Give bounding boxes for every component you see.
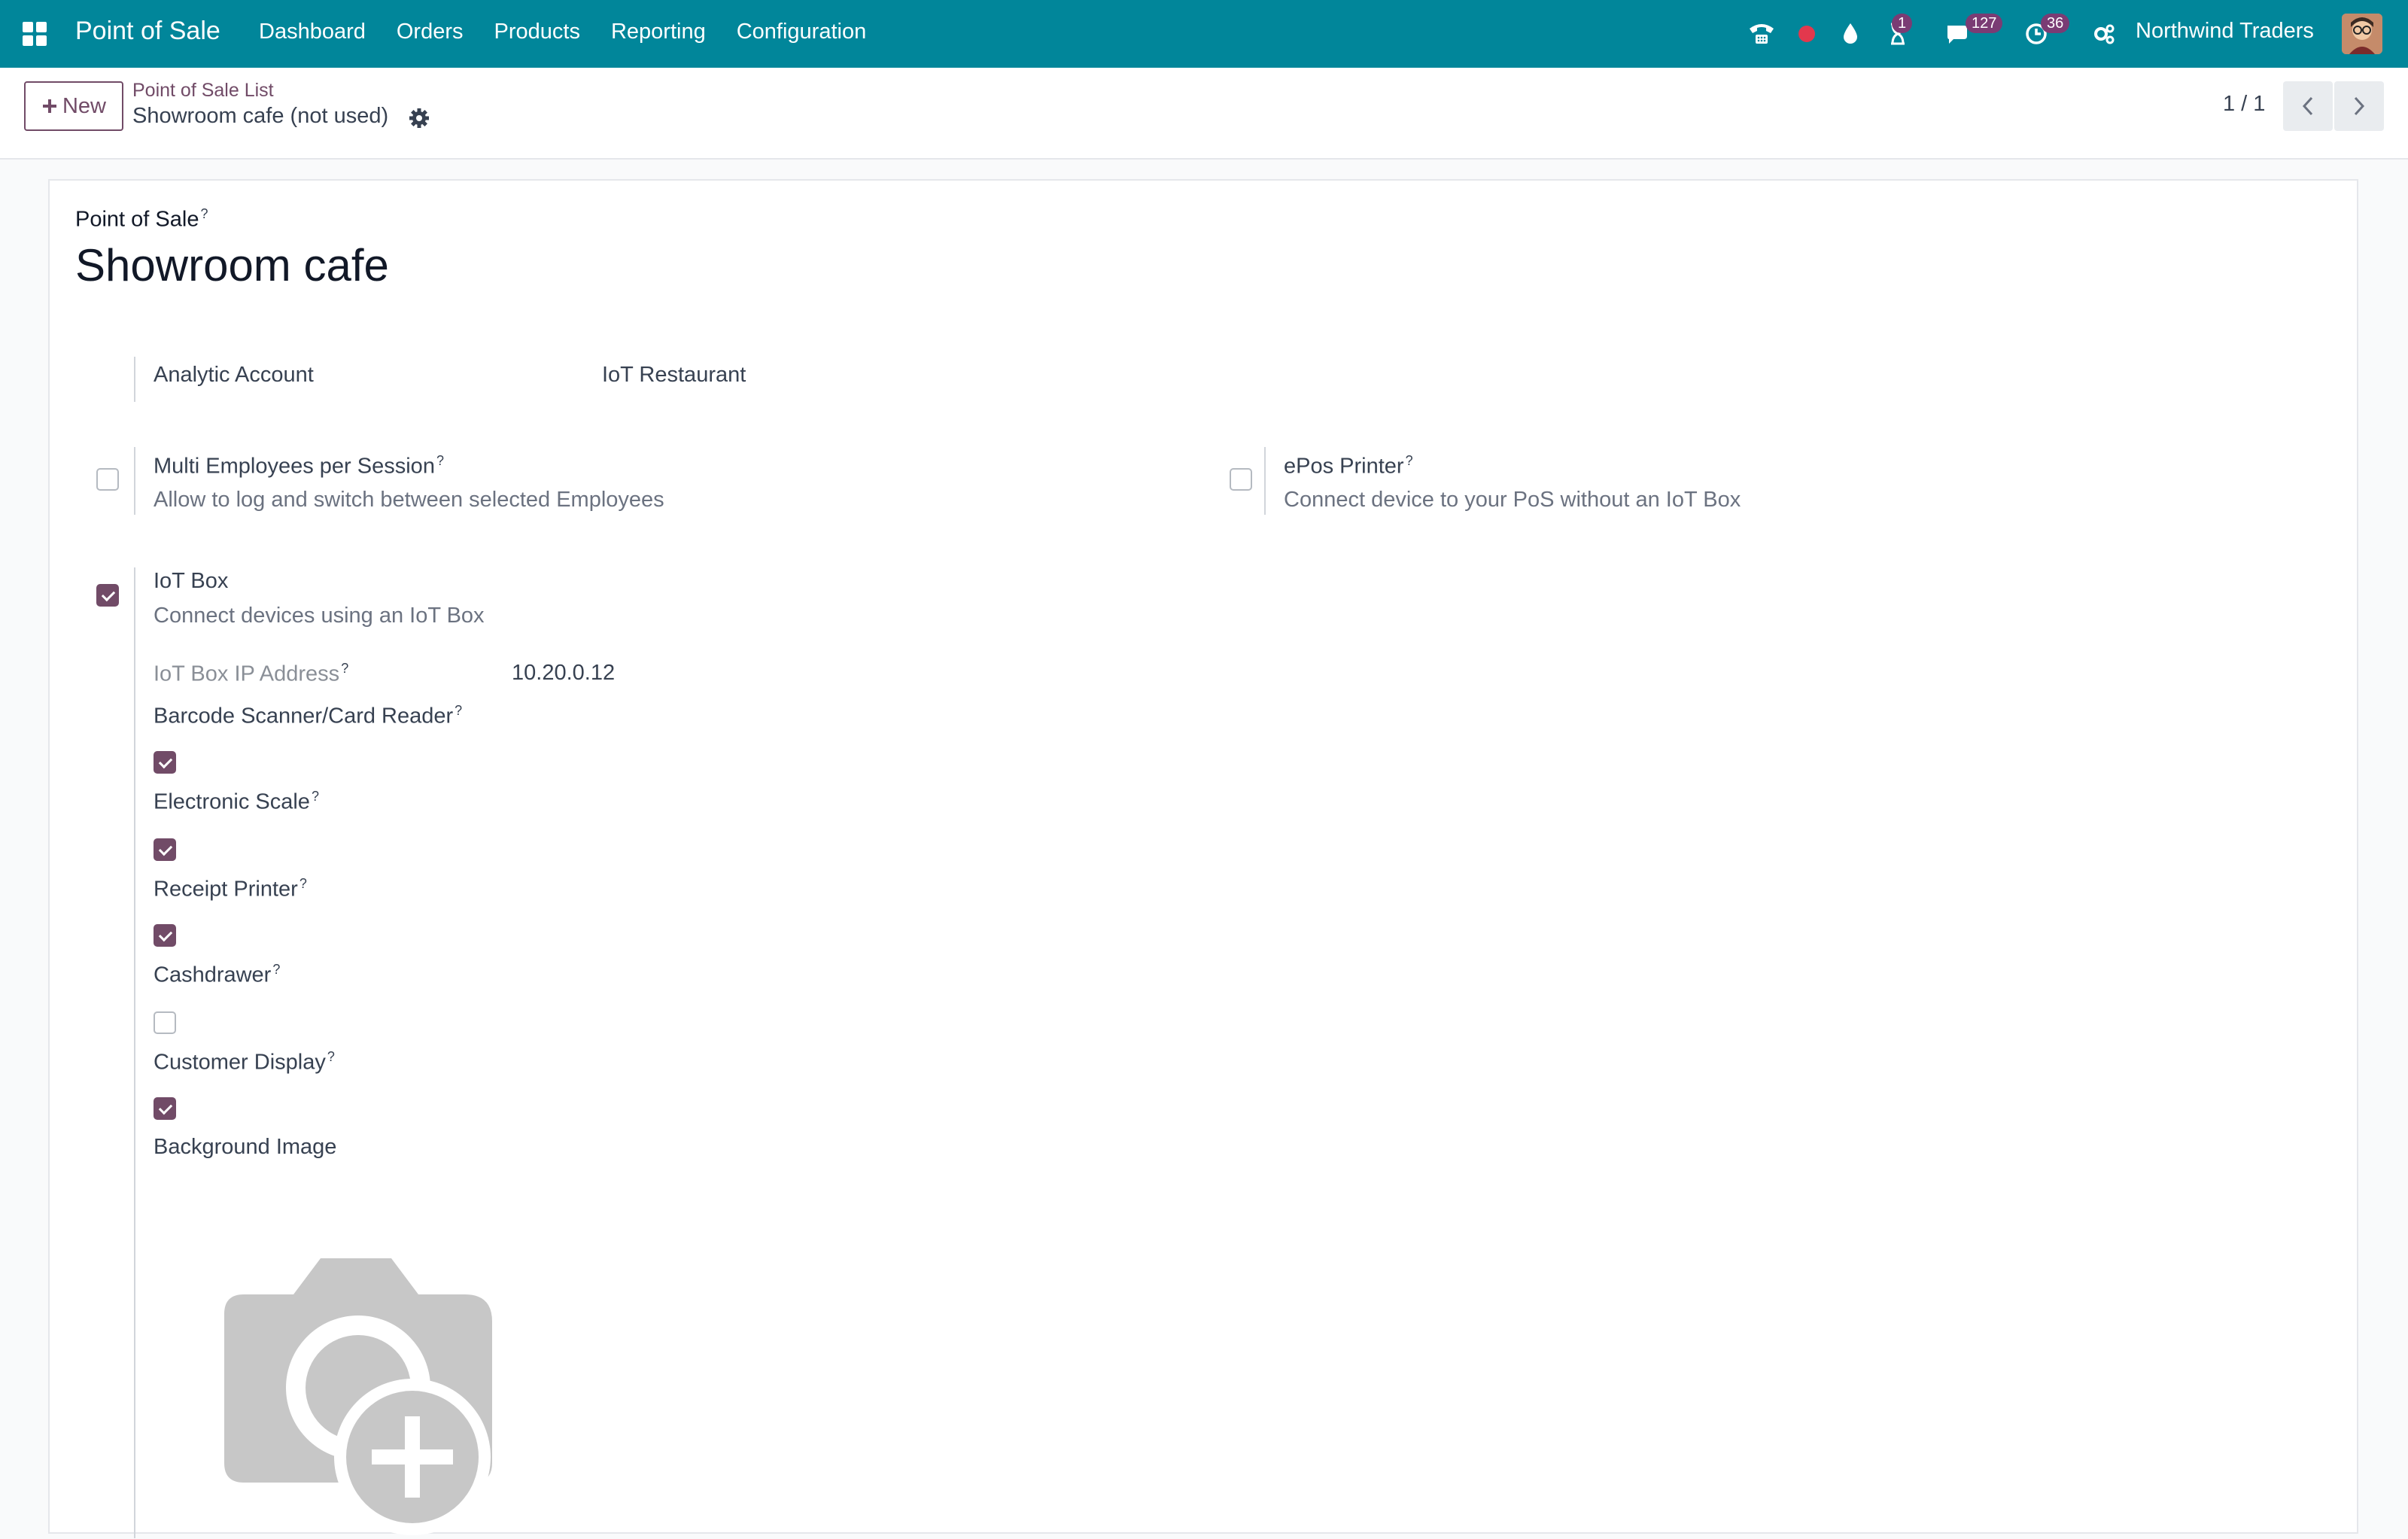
menu-products[interactable]: Products bbox=[494, 20, 580, 44]
app-title[interactable]: Point of Sale bbox=[75, 17, 220, 46]
barcode-scanner-label: Barcode Scanner/Card Reader? bbox=[154, 703, 462, 729]
control-panel: New Point of Sale List Showroom cafe (no… bbox=[0, 68, 2408, 160]
iot-box-ip-label-text: IoT Box IP Address bbox=[154, 662, 340, 686]
help-tooltip-icon[interactable]: ? bbox=[272, 962, 280, 977]
receipt-printer-label-text: Receipt Printer bbox=[154, 877, 298, 902]
user-avatar[interactable] bbox=[2342, 14, 2382, 54]
breadcrumb-pos-list[interactable]: Point of Sale List bbox=[132, 80, 274, 102]
multi-employees-label: Multi Employees per Session? bbox=[154, 453, 444, 479]
help-tooltip-icon[interactable]: ? bbox=[327, 1049, 335, 1064]
analytic-account-label: Analytic Account bbox=[154, 363, 314, 387]
form-sheet: Point of Sale? Showroom cafe Analytic Ac… bbox=[48, 179, 2358, 1538]
electronic-scale-label: Electronic Scale? bbox=[154, 789, 319, 815]
help-tooltip-icon[interactable]: ? bbox=[312, 789, 319, 804]
cashdrawer-checkbox[interactable] bbox=[154, 1011, 176, 1034]
receipt-printer-label: Receipt Printer? bbox=[154, 876, 307, 902]
phone-icon[interactable] bbox=[1744, 0, 1779, 68]
pos-label: Point of Sale? bbox=[75, 206, 208, 233]
iot-box-ip-label: IoT Box IP Address? bbox=[154, 661, 348, 687]
help-tooltip-icon[interactable]: ? bbox=[436, 453, 444, 468]
menu-reporting[interactable]: Reporting bbox=[611, 20, 706, 44]
multi-employees-checkbox[interactable] bbox=[96, 468, 119, 491]
menu-dashboard[interactable]: Dashboard bbox=[259, 20, 366, 44]
customer-display-checkbox[interactable] bbox=[154, 1097, 176, 1120]
chevron-left-icon bbox=[2302, 96, 2313, 116]
apps-grid-icon[interactable] bbox=[23, 22, 47, 46]
top-navbar: Point of Sale Dashboard Orders Products … bbox=[0, 0, 2408, 68]
multi-employees-label-text: Multi Employees per Session bbox=[154, 454, 435, 479]
chat-icon[interactable] bbox=[1941, 0, 1975, 68]
multi-employees-description: Allow to log and switch between selected… bbox=[154, 488, 664, 512]
background-image-label: Background Image bbox=[154, 1135, 337, 1159]
pager-previous-button[interactable] bbox=[2283, 81, 2333, 131]
epos-printer-label-text: ePos Printer bbox=[1284, 454, 1404, 479]
menu-orders[interactable]: Orders bbox=[397, 20, 464, 44]
receipt-printer-checkbox[interactable] bbox=[154, 924, 176, 947]
hourglass-icon[interactable] bbox=[1883, 0, 1913, 68]
pager-next-button[interactable] bbox=[2334, 81, 2384, 131]
setting-divider bbox=[134, 447, 135, 515]
menu-configuration[interactable]: Configuration bbox=[737, 20, 867, 44]
iot-box-checkbox[interactable] bbox=[96, 584, 119, 607]
settings-icon[interactable] bbox=[2090, 0, 2118, 68]
pos-name-field[interactable]: Showroom cafe bbox=[75, 239, 389, 291]
epos-printer-label: ePos Printer? bbox=[1284, 453, 1413, 479]
epos-printer-description: Connect device to your PoS without an Io… bbox=[1284, 488, 1741, 512]
customer-display-label-text: Customer Display bbox=[154, 1050, 326, 1075]
setting-divider bbox=[1264, 447, 1266, 515]
activity-badge: 1 bbox=[1892, 14, 1913, 33]
clock-icon[interactable] bbox=[2023, 0, 2050, 68]
analytic-account-value[interactable]: IoT Restaurant bbox=[602, 363, 746, 388]
gear-icon[interactable] bbox=[408, 107, 430, 129]
clock-badge: 36 bbox=[2041, 14, 2070, 33]
new-button-label: New bbox=[62, 93, 106, 118]
cashdrawer-label-text: Cashdrawer bbox=[154, 963, 272, 987]
iot-box-label: IoT Box bbox=[154, 569, 229, 593]
electronic-scale-checkbox[interactable] bbox=[154, 838, 176, 861]
help-tooltip-icon[interactable]: ? bbox=[341, 661, 348, 676]
record-dot-icon[interactable] bbox=[1794, 0, 1820, 68]
epos-printer-checkbox[interactable] bbox=[1230, 468, 1252, 491]
drop-icon[interactable] bbox=[1838, 0, 1863, 68]
barcode-scanner-checkbox[interactable] bbox=[154, 751, 176, 774]
pager-value[interactable]: 1 / 1 bbox=[2223, 92, 2265, 117]
main-menu: Dashboard Orders Products Reporting Conf… bbox=[259, 20, 897, 44]
plus-icon bbox=[42, 99, 56, 113]
new-button[interactable]: New bbox=[24, 81, 123, 131]
help-tooltip-icon[interactable]: ? bbox=[455, 703, 462, 718]
help-tooltip-icon[interactable]: ? bbox=[200, 206, 208, 221]
customer-display-label: Customer Display? bbox=[154, 1049, 335, 1075]
barcode-scanner-label-text: Barcode Scanner/Card Reader bbox=[154, 704, 454, 728]
electronic-scale-label-text: Electronic Scale bbox=[154, 789, 310, 814]
record-title: Showroom cafe (not used) bbox=[132, 104, 389, 128]
pos-label-text: Point of Sale bbox=[75, 207, 199, 232]
help-tooltip-icon[interactable]: ? bbox=[299, 876, 307, 891]
setting-divider bbox=[134, 357, 135, 402]
iot-box-ip-value[interactable]: 10.20.0.12 bbox=[512, 661, 615, 686]
camera-plus-icon[interactable] bbox=[194, 1242, 495, 1535]
chevron-right-icon bbox=[2354, 96, 2365, 116]
company-switcher[interactable]: Northwind Traders bbox=[2136, 19, 2314, 44]
cashdrawer-label: Cashdrawer? bbox=[154, 962, 280, 988]
messages-badge: 127 bbox=[1966, 14, 2003, 33]
help-tooltip-icon[interactable]: ? bbox=[1406, 453, 1413, 468]
setting-divider bbox=[134, 567, 135, 1538]
iot-box-description: Connect devices using an IoT Box bbox=[154, 604, 485, 628]
